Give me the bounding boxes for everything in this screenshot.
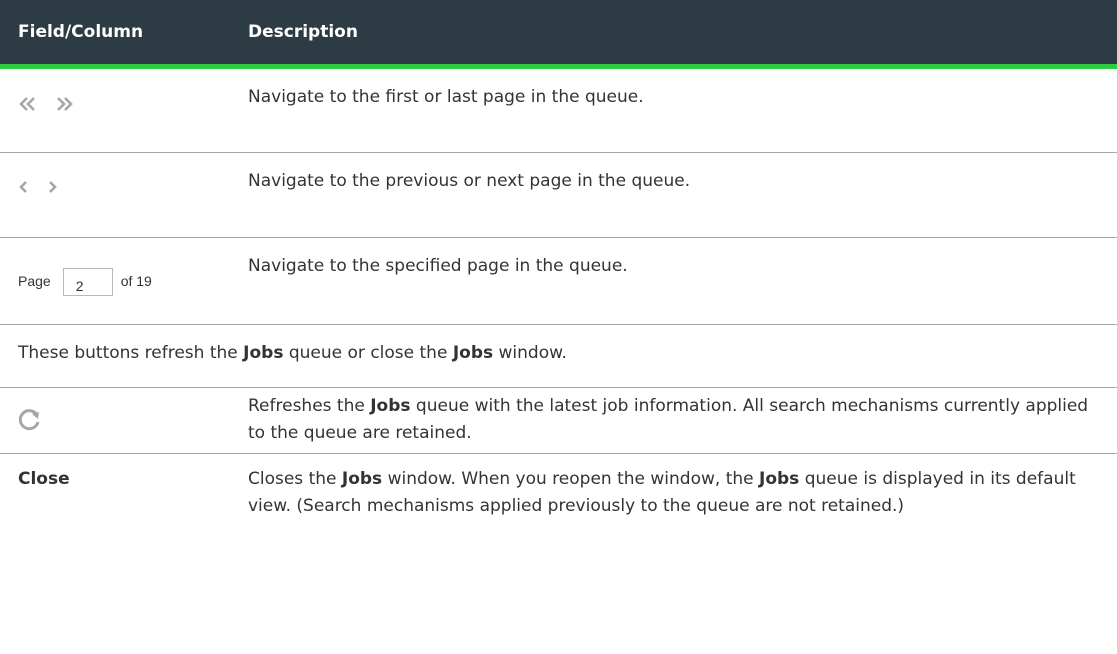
document: Field/Column Description Navigate to the… [0, 0, 1117, 563]
field-cell [0, 387, 230, 454]
section-note: These buttons refresh the Jobs queue or … [0, 324, 1117, 388]
table-row-section-note: These buttons refresh the Jobs queue or … [0, 324, 1117, 388]
description-cell: Navigate to the specified page in the qu… [230, 237, 1117, 325]
desc-text: Closes the [248, 468, 342, 489]
desc-bold-jobs: Jobs [759, 468, 800, 489]
note-text: These buttons refresh the [18, 342, 244, 363]
field-cell: Page 2 of 19 [0, 237, 230, 325]
description-cell: Refreshes the Jobs queue with the latest… [230, 387, 1117, 454]
note-text: window. [493, 342, 567, 363]
refresh-icon [18, 408, 42, 437]
note-text: queue or close the [283, 342, 453, 363]
desc-bold-jobs: Jobs [370, 395, 411, 416]
header-description: Description [230, 0, 1117, 69]
description-cell: Closes the Jobs window. When you reopen … [230, 453, 1117, 563]
header-field-column: Field/Column [0, 0, 230, 69]
note-bold-jobs: Jobs [243, 342, 284, 363]
description-cell: Navigate to the first or last page in th… [230, 66, 1117, 153]
page-label: Page [18, 273, 51, 289]
pager-control: Page 2 of 19 [18, 238, 212, 296]
chevron-left-icon [18, 180, 30, 194]
field-description-table: Field/Column Description Navigate to the… [0, 0, 1117, 563]
close-label: Close [18, 468, 70, 489]
desc-text: window. When you reopen the window, the [382, 468, 759, 489]
field-cell [0, 152, 230, 238]
chevron-right-icon [46, 180, 58, 194]
table-row-close: Close Closes the Jobs window. When you r… [0, 453, 1117, 563]
desc-text: Refreshes the [248, 395, 371, 416]
table-row-prev-next: Navigate to the previous or next page in… [0, 152, 1117, 238]
double-chevron-left-icon [18, 96, 38, 112]
description-cell: Navigate to the previous or next page in… [230, 152, 1117, 238]
field-cell: Close [0, 453, 230, 563]
double-chevron-right-icon [54, 96, 74, 112]
page-number-field: 2 [62, 267, 113, 296]
table-row-refresh: Refreshes the Jobs queue with the latest… [0, 387, 1117, 454]
table-row-first-last: Navigate to the first or last page in th… [0, 66, 1117, 153]
page-total-label: of 19 [120, 273, 152, 289]
field-cell [0, 66, 230, 153]
table-header-row: Field/Column Description [0, 0, 1117, 69]
table-row-page: Page 2 of 19 Navigate to the specified p… [0, 237, 1117, 325]
desc-bold-jobs: Jobs [341, 468, 383, 489]
note-bold-jobs: Jobs [452, 342, 494, 363]
